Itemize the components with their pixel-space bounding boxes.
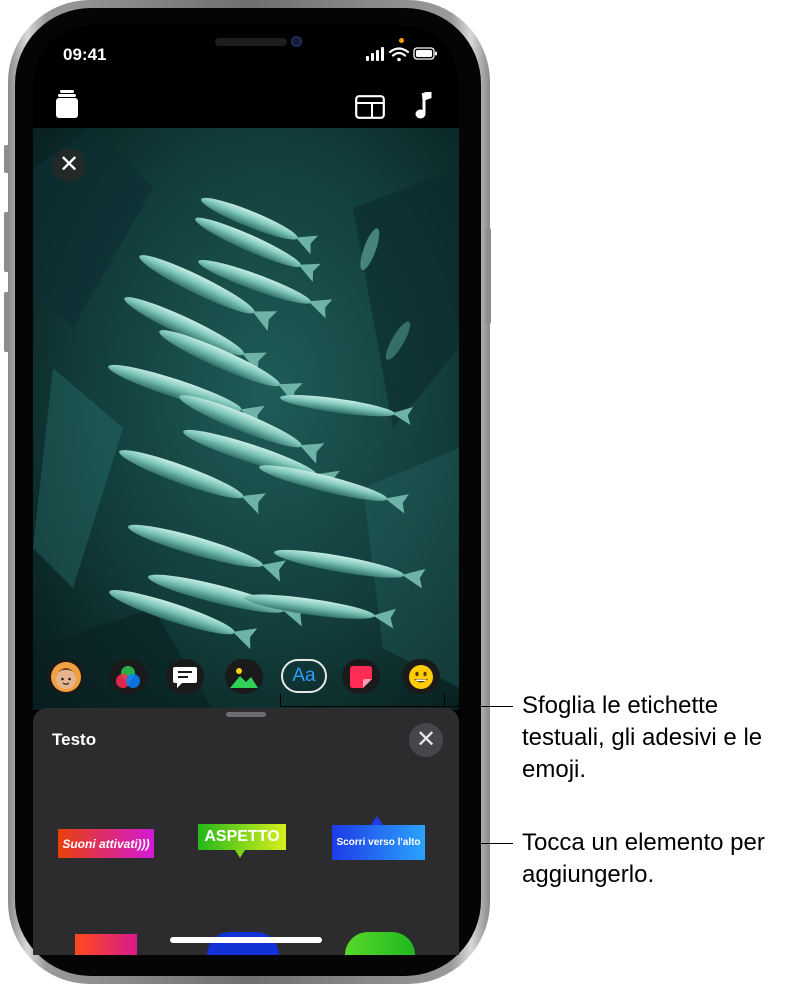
text-labels-icon[interactable]: Aa (281, 659, 327, 693)
text-labels-label: Aa (292, 665, 316, 686)
text-label-item[interactable]: Suoni attivati))) (58, 829, 154, 858)
speech-tail (235, 850, 245, 858)
wifi-icon (388, 47, 410, 62)
battery-icon (413, 47, 437, 60)
home-indicator[interactable] (170, 937, 322, 943)
close-sheet-icon[interactable]: ✕ (409, 723, 443, 757)
callout-browse: Sfoglia le etichette testuali, gli adesi… (522, 692, 763, 783)
volume-down-button (4, 292, 9, 352)
speaker-grille (215, 38, 287, 46)
callout-tap: Tocca un elemento per aggiungerlo. (522, 829, 765, 888)
filters-icon[interactable] (109, 659, 147, 694)
close-icon[interactable]: ✕ (52, 148, 86, 182)
action-button (4, 145, 9, 173)
power-button (486, 228, 491, 324)
callout-bracket-left (280, 694, 281, 706)
callout-line (280, 706, 513, 707)
text-label-text: Scorri verso l'alto (336, 837, 421, 848)
stickers-icon[interactable] (342, 659, 380, 694)
front-camera (291, 36, 302, 47)
volume-up-button (4, 212, 9, 272)
status-time: 09:41 (63, 45, 107, 64)
cellular-signal-icon (366, 47, 384, 61)
text-label-item[interactable]: ASPETTO (198, 824, 286, 850)
callout-bracket-right (444, 694, 445, 706)
sheet-title: Testo (52, 730, 97, 749)
status-icons (366, 46, 438, 67)
text-label-item[interactable] (345, 932, 415, 955)
posters-icon[interactable] (225, 659, 263, 694)
privacy-indicator (399, 38, 404, 43)
sheet-grabber[interactable] (226, 712, 266, 717)
aspect-ratio-icon[interactable] (355, 95, 385, 124)
video-preview[interactable] (33, 128, 459, 710)
text-label-item[interactable]: Scorri verso l'alto (332, 825, 425, 860)
live-titles-icon[interactable] (166, 659, 204, 694)
emoji-icon[interactable] (402, 659, 440, 694)
memoji-icon[interactable] (47, 659, 85, 694)
clips-library-icon[interactable] (56, 90, 78, 123)
text-label-item[interactable] (207, 932, 279, 955)
music-note-icon[interactable] (415, 89, 433, 125)
text-label-text: Suoni attivati))) (62, 836, 150, 851)
speech-tail (371, 816, 383, 825)
fish-school-image (33, 128, 459, 710)
text-label-item[interactable] (75, 934, 137, 955)
text-label-text: ASPETTO (204, 828, 280, 845)
